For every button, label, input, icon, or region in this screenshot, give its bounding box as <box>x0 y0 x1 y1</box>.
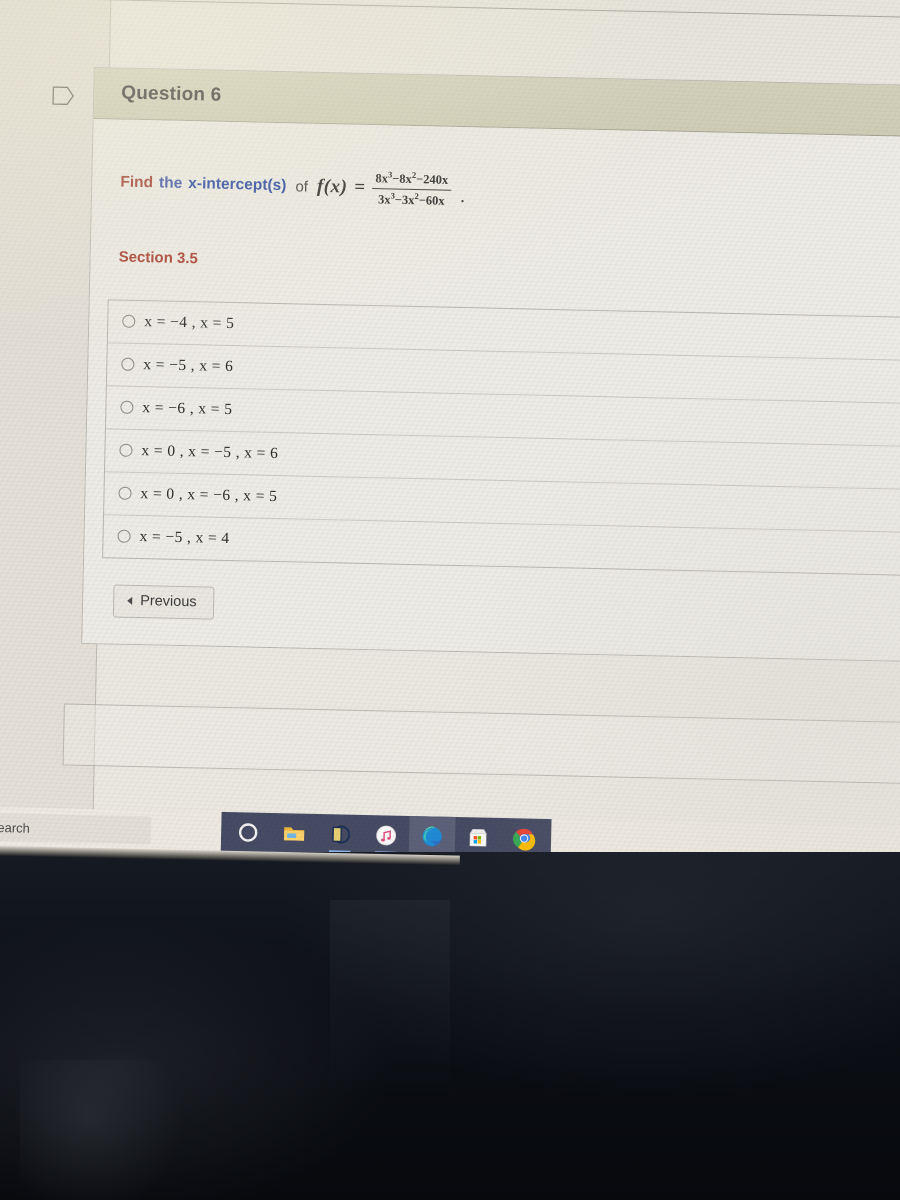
taskbar-search-box[interactable]: re to search <box>0 811 152 845</box>
triangle-left-icon <box>127 596 133 605</box>
quiz-page: Quiz Question 6 Find the x-intercept(s) … <box>0 0 900 868</box>
radio-button[interactable] <box>121 357 135 371</box>
microsoft-store-icon <box>469 829 487 847</box>
taskbar-item-cortana[interactable] <box>225 812 272 853</box>
radio-button[interactable] <box>118 486 132 500</box>
prompt-word-the: the <box>158 174 183 193</box>
rational-function-fraction: 8x3−8x2−240x 3x3−3x2−60x <box>372 169 452 209</box>
flag-bookmark-icon[interactable] <box>52 86 74 105</box>
question-body: Find the x-intercept(s) of f (x) = 8x3−8… <box>82 118 900 662</box>
equals-sign: = <box>354 176 366 199</box>
answer-option-label: x = −4 , x = 5 <box>144 312 235 332</box>
radio-button[interactable] <box>117 529 131 543</box>
taskbar-item-app[interactable] <box>317 814 364 855</box>
taskbar-item-itunes[interactable] <box>363 815 410 856</box>
prompt-word-of: of <box>295 178 309 196</box>
cortana-icon <box>238 823 258 842</box>
previous-button-label: Previous <box>140 592 197 610</box>
previous-button[interactable]: Previous <box>112 584 215 620</box>
answer-option-label: x = −5 , x = 4 <box>139 527 230 547</box>
question-card: Question 6 Find the x-intercept(s) of f … <box>81 66 900 663</box>
taskbar-search-text: re to search <box>0 819 31 836</box>
dark-area-below-screen <box>0 852 900 1200</box>
answer-option-label: x = 0 , x = −5 , x = 6 <box>141 441 279 462</box>
prompt-period: . <box>460 190 465 206</box>
function-argument: (x) <box>323 176 348 198</box>
taskbar-item-microsoft-edge[interactable] <box>408 816 456 858</box>
file-explorer-icon <box>284 827 305 841</box>
question-prompt: Find the x-intercept(s) of f (x) = 8x3−8… <box>120 164 900 221</box>
microsoft-edge-icon <box>422 826 442 847</box>
section-note: Section 3.5 <box>118 248 199 267</box>
answer-option-label: x = −6 , x = 5 <box>142 398 233 418</box>
answer-option-label: x = −5 , x = 6 <box>143 355 234 375</box>
answer-options-list: x = −4 , x = 5 x = −5 , x = 6 x = −6 , x… <box>102 298 900 577</box>
fraction-denominator: 3x3−3x2−60x <box>377 190 445 208</box>
radio-button[interactable] <box>120 400 134 414</box>
fraction-numerator: 8x3−8x2−240x <box>375 169 449 187</box>
header-divider <box>37 0 900 19</box>
previous-button-wrap: Previous <box>112 584 900 636</box>
prompt-word-xintercepts: x-intercept(s) <box>188 175 287 195</box>
app-icon <box>332 825 351 844</box>
prompt-word-find: Find <box>120 173 154 192</box>
taskbar-item-file-explorer[interactable] <box>271 813 318 854</box>
empty-bottom-panel <box>62 703 900 785</box>
google-chrome-icon <box>513 828 536 851</box>
radio-button[interactable] <box>119 443 133 457</box>
answer-option-label: x = 0 , x = −6 , x = 5 <box>140 484 278 505</box>
photo-of-laptop-screen: Quiz Question 6 Find the x-intercept(s) … <box>0 0 900 1200</box>
laptop-screen: Quiz Question 6 Find the x-intercept(s) … <box>0 0 900 908</box>
itunes-icon <box>376 825 397 846</box>
question-title: Question 6 <box>121 82 222 106</box>
radio-button[interactable] <box>122 314 136 328</box>
